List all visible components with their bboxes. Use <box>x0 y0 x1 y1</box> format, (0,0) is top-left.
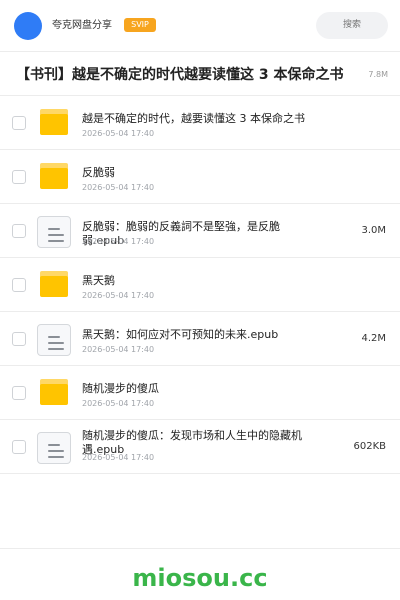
top-bar: 夸克网盘分享 SVIP <box>0 0 400 52</box>
list-item[interactable]: 越是不确定的时代，越要读懂这 3 本保命之书 2026-05-04 17:40 <box>0 96 400 150</box>
folder-icon <box>40 271 68 297</box>
select-checkbox[interactable] <box>12 440 26 454</box>
file-date: 2026-05-04 17:40 <box>82 345 155 354</box>
list-item[interactable]: 反脆弱 2026-05-04 17:40 <box>0 150 400 204</box>
file-size: 4.2M <box>361 333 386 344</box>
list-item[interactable]: 黑天鹅 2026-05-04 17:40 <box>0 258 400 312</box>
file-date: 2026-05-04 17:40 <box>82 183 155 192</box>
folder-icon <box>40 379 68 405</box>
file-date: 2026-05-04 17:40 <box>82 237 155 246</box>
app-name: 夸克网盘分享 <box>52 20 112 31</box>
file-date: 2026-05-04 17:40 <box>82 129 155 138</box>
total-size: 7.8M <box>368 70 388 79</box>
file-name: 越是不确定的时代，越要读懂这 3 本保命之书 <box>82 112 305 125</box>
select-checkbox[interactable] <box>12 116 26 130</box>
list-item[interactable]: 随机漫步的傻瓜：发现市场和人生中的隐藏机遇.epub 2026-05-04 17… <box>0 420 400 474</box>
file-name: 反脆弱 <box>82 166 115 179</box>
file-date: 2026-05-04 17:40 <box>82 291 155 300</box>
list-item[interactable]: 黑天鹅：如何应对不可预知的未来.epub 2026-05-04 17:40 4.… <box>0 312 400 366</box>
document-icon <box>37 216 71 248</box>
file-size: 602KB <box>353 441 386 452</box>
select-checkbox[interactable] <box>12 386 26 400</box>
file-name: 黑天鹅：如何应对不可预知的未来.epub <box>82 328 279 341</box>
file-date: 2026-05-04 17:40 <box>82 399 155 408</box>
search-input[interactable] <box>316 12 388 39</box>
folder-icon <box>40 109 68 135</box>
file-size: 3.0M <box>361 225 386 236</box>
select-checkbox[interactable] <box>12 278 26 292</box>
list-item[interactable]: 反脆弱：脆弱的反義詞不是堅強，是反脆弱.epub 2026-05-04 17:4… <box>0 204 400 258</box>
select-checkbox[interactable] <box>12 224 26 238</box>
avatar[interactable] <box>14 12 42 40</box>
file-name: 黑天鹅 <box>82 274 115 287</box>
list-item[interactable]: 随机漫步的傻瓜 2026-05-04 17:40 <box>0 366 400 420</box>
file-name: 随机漫步的傻瓜 <box>82 382 159 395</box>
select-checkbox[interactable] <box>12 170 26 184</box>
svip-badge: SVIP <box>124 18 156 32</box>
share-title-row: 【书刊】越是不确定的时代越要读懂这 3 本保命之书 7.8M <box>0 52 400 96</box>
select-checkbox[interactable] <box>12 332 26 346</box>
file-date: 2026-05-04 17:40 <box>82 453 155 462</box>
document-icon <box>37 324 71 356</box>
page-title: 【书刊】越是不确定的时代越要读懂这 3 本保命之书 <box>16 67 344 83</box>
folder-icon <box>40 163 68 189</box>
footer: miosou.cc <box>0 548 400 600</box>
document-icon <box>37 432 71 464</box>
watermark-text: miosou.cc <box>132 564 268 592</box>
file-list: 越是不确定的时代，越要读懂这 3 本保命之书 2026-05-04 17:40 … <box>0 96 400 474</box>
